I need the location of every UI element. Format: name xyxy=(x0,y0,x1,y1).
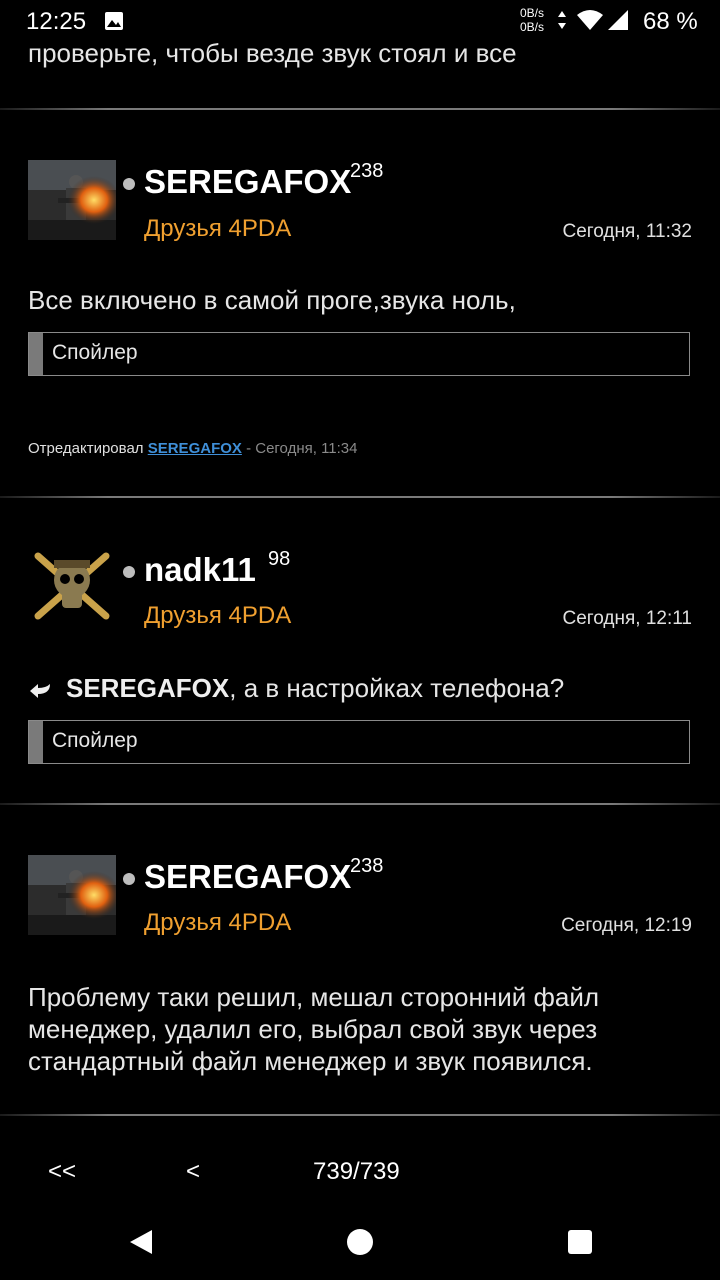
first-page-button[interactable]: << xyxy=(48,1158,76,1186)
avatar-soldier-fire-icon[interactable] xyxy=(28,855,116,935)
reply-to-user[interactable]: SEREGAFOX xyxy=(66,673,229,703)
navigation-bar xyxy=(0,1200,720,1280)
edited-prefix: Отредактировал xyxy=(28,440,144,457)
post-text: Все включено в самой проге,звука ноль, xyxy=(28,285,516,315)
post-text: SEREGAFOX, а в настройках телефона? xyxy=(28,672,692,704)
prev-page-button[interactable]: < xyxy=(186,1158,200,1186)
edited-time: - Сегодня, 11:34 xyxy=(246,440,358,457)
post-date: Сегодня, 12:19 xyxy=(561,915,692,936)
cell-signal-icon xyxy=(608,10,628,30)
image-notification-icon xyxy=(105,12,123,30)
reputation-count[interactable]: 238 xyxy=(350,855,383,878)
home-icon[interactable] xyxy=(347,1229,373,1255)
edited-by-link[interactable]: SEREGAFOX xyxy=(148,440,242,457)
online-status-dot xyxy=(123,873,135,885)
user-group: Друзья 4PDA xyxy=(144,215,292,242)
reputation-count[interactable]: 98 xyxy=(268,548,290,571)
net-down-speed: 0B/s xyxy=(520,20,545,34)
post-date: Сегодня, 12:11 xyxy=(562,608,692,629)
spoiler-toggle[interactable]: Спойлер xyxy=(28,720,690,764)
edited-note: Отредактировал SEREGAFOX - Сегодня, 11:3… xyxy=(28,440,358,457)
page-indicator[interactable]: 739/739 xyxy=(313,1158,400,1186)
username[interactable]: SEREGAFOX xyxy=(144,163,351,201)
back-icon[interactable] xyxy=(130,1230,152,1254)
screen: 12:25 0B/s 0B/s 68 % проверьте, чтобы ве… xyxy=(0,0,720,1280)
pagination: << < 739/739 xyxy=(0,1150,720,1200)
reputation-count[interactable]: 238 xyxy=(350,160,383,183)
reply-arrow-icon xyxy=(30,684,50,699)
post: SEREGAFOX 238 Друзья 4PDA Сегодня, 12:19… xyxy=(0,805,720,1113)
recents-icon[interactable] xyxy=(568,1230,592,1254)
battery-percent: 68 % xyxy=(643,8,698,35)
spoiler-toggle[interactable]: Спойлер xyxy=(28,332,690,376)
status-time: 12:25 xyxy=(26,8,87,35)
post-divider xyxy=(0,1114,720,1116)
username[interactable]: SEREGAFOX xyxy=(144,858,351,896)
post: SEREGAFOX 238 Друзья 4PDA Сегодня, 11:32… xyxy=(0,110,720,498)
net-up-speed: 0B/s xyxy=(520,6,545,20)
online-status-dot xyxy=(123,566,135,578)
wifi-icon xyxy=(577,10,603,30)
previous-post-text: проверьте, чтобы везде звук стоял и все xyxy=(28,38,517,68)
username[interactable]: nadk11 xyxy=(144,551,256,589)
network-speed: 0B/s 0B/s xyxy=(520,6,544,34)
reply-text: , а в настройках телефона? xyxy=(229,673,565,703)
online-status-dot xyxy=(123,178,135,190)
avatar-soldier-fire-icon[interactable] xyxy=(28,160,116,240)
user-group: Друзья 4PDA xyxy=(144,909,292,936)
post-date: Сегодня, 11:32 xyxy=(562,221,692,242)
data-transfer-icon xyxy=(558,11,566,29)
post-text: Проблему таки решил, мешал сторонний фай… xyxy=(28,982,600,1076)
spoiler-bar xyxy=(29,721,43,763)
avatar-skull-crossbones-icon[interactable] xyxy=(28,546,116,626)
spoiler-label: Спойлер xyxy=(52,729,138,752)
spoiler-bar xyxy=(29,333,43,375)
spoiler-label: Спойлер xyxy=(52,341,138,364)
user-group: Друзья 4PDA xyxy=(144,602,292,629)
post: nadk11 98 Друзья 4PDA Сегодня, 12:11 SER… xyxy=(0,498,720,804)
